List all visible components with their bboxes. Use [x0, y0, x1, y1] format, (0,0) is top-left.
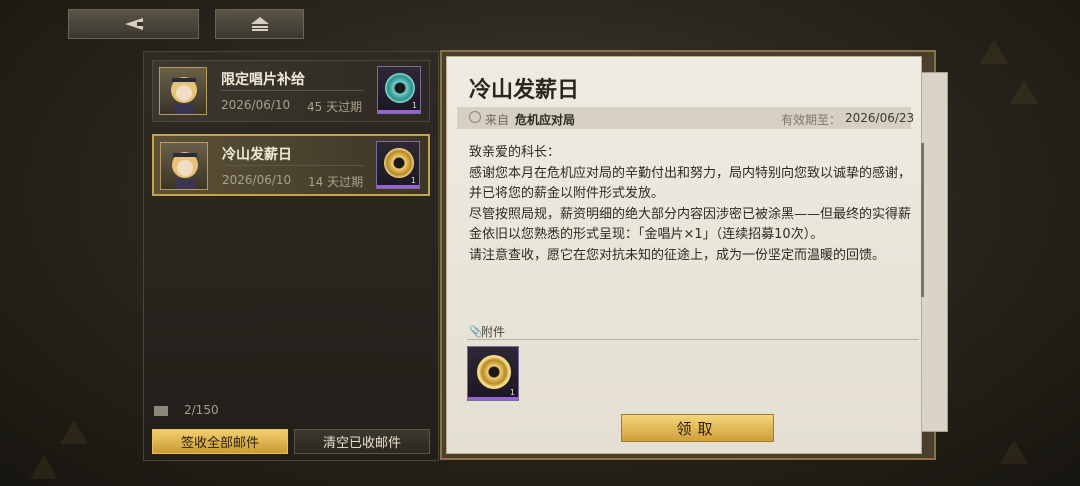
letter-body: 致亲爱的科长： 感谢您本月在危机应对局的辛勤付出和努力，局内特别向您致以诚挚的感… — [469, 143, 921, 266]
receive-button[interactable]: 领取 — [621, 414, 774, 442]
mail-item-limited-record-supply[interactable]: 限定唱片补给 2026/06/10 45 天过期 1 — [152, 60, 430, 122]
letter-title: 冷山发薪日 — [469, 77, 580, 103]
rarity-bar — [378, 110, 420, 113]
divider — [222, 165, 364, 166]
attachment-thumbnail: 1 — [376, 141, 420, 189]
mail-count: 2/150 — [184, 403, 219, 417]
person-icon — [469, 111, 481, 123]
mail-list-panel: 限定唱片补给 2026/06/10 45 天过期 1 冷山发薪日 2026/06… — [143, 51, 439, 461]
body-paragraph: 尽管按照局规，薪资明细的绝大部分内容因涉密已被涂黑——但最终的实得薪金依旧以您熟… — [469, 206, 912, 243]
mail-expire: 45 天过期 — [307, 100, 363, 114]
expiry-label: 有效期至： — [781, 113, 842, 127]
letter-scrollbar[interactable] — [921, 143, 924, 297]
item-count: 1 — [411, 101, 417, 110]
mail-date: 2026/06/10 — [221, 98, 291, 112]
home-button[interactable] — [215, 9, 304, 39]
home-icon — [250, 17, 269, 31]
body-paragraph: 致亲爱的科长： — [469, 145, 561, 160]
rarity-bar — [468, 397, 518, 400]
envelope-icon — [154, 406, 168, 416]
back-button[interactable] — [68, 9, 199, 39]
attachment-thumbnail: 1 — [377, 66, 421, 114]
bg-triangle — [1000, 440, 1028, 464]
attachment-label: 附件 — [481, 325, 506, 339]
claim-all-button[interactable]: 签收全部邮件 — [152, 429, 288, 454]
item-count: 1 — [509, 388, 515, 397]
mail-title: 限定唱片补给 — [221, 72, 305, 88]
mail-date: 2026/06/10 — [222, 173, 292, 187]
body-paragraph: 请注意查收，愿它在您对抗未知的征途上，成为一份坚定而温暖的回馈。 — [469, 247, 886, 263]
gold-record-icon — [477, 355, 511, 389]
mail-expire: 14 天过期 — [308, 175, 364, 189]
mail-title: 冷山发薪日 — [222, 147, 292, 163]
teal-record-icon — [385, 73, 415, 103]
sender-avatar — [160, 142, 208, 190]
bg-triangle — [980, 40, 1008, 64]
sender-avatar — [159, 67, 207, 115]
clear-read-button[interactable]: 清空已收邮件 — [294, 429, 430, 454]
letter-panel: 冷山发薪日 来自 危机应对局 有效期至： 2026/06/23 致亲爱的科长： … — [446, 56, 924, 454]
mail-item-payday[interactable]: 冷山发薪日 2026/06/10 14 天过期 1 — [152, 134, 430, 196]
back-arrow-icon — [124, 18, 143, 30]
rarity-bar — [377, 185, 419, 188]
gold-record-icon — [384, 148, 414, 178]
from-value: 危机应对局 — [515, 113, 576, 127]
bg-triangle — [60, 420, 88, 444]
bg-triangle — [30, 455, 58, 479]
divider — [467, 339, 919, 340]
body-paragraph: 感谢您本月在危机应对局的辛勤付出和努力，局内特别向您致以诚挚的感谢，并已将您的薪… — [469, 165, 912, 202]
letter-meta-bar: 来自 危机应对局 有效期至： 2026/06/23 — [457, 107, 915, 129]
from-label: 来自 — [485, 113, 510, 127]
attachment-gold-record[interactable]: 1 — [467, 346, 519, 401]
bg-triangle — [1010, 80, 1038, 104]
expiry-value: 2026/06/23 — [845, 111, 915, 125]
divider — [221, 90, 363, 91]
item-count: 1 — [410, 176, 416, 185]
